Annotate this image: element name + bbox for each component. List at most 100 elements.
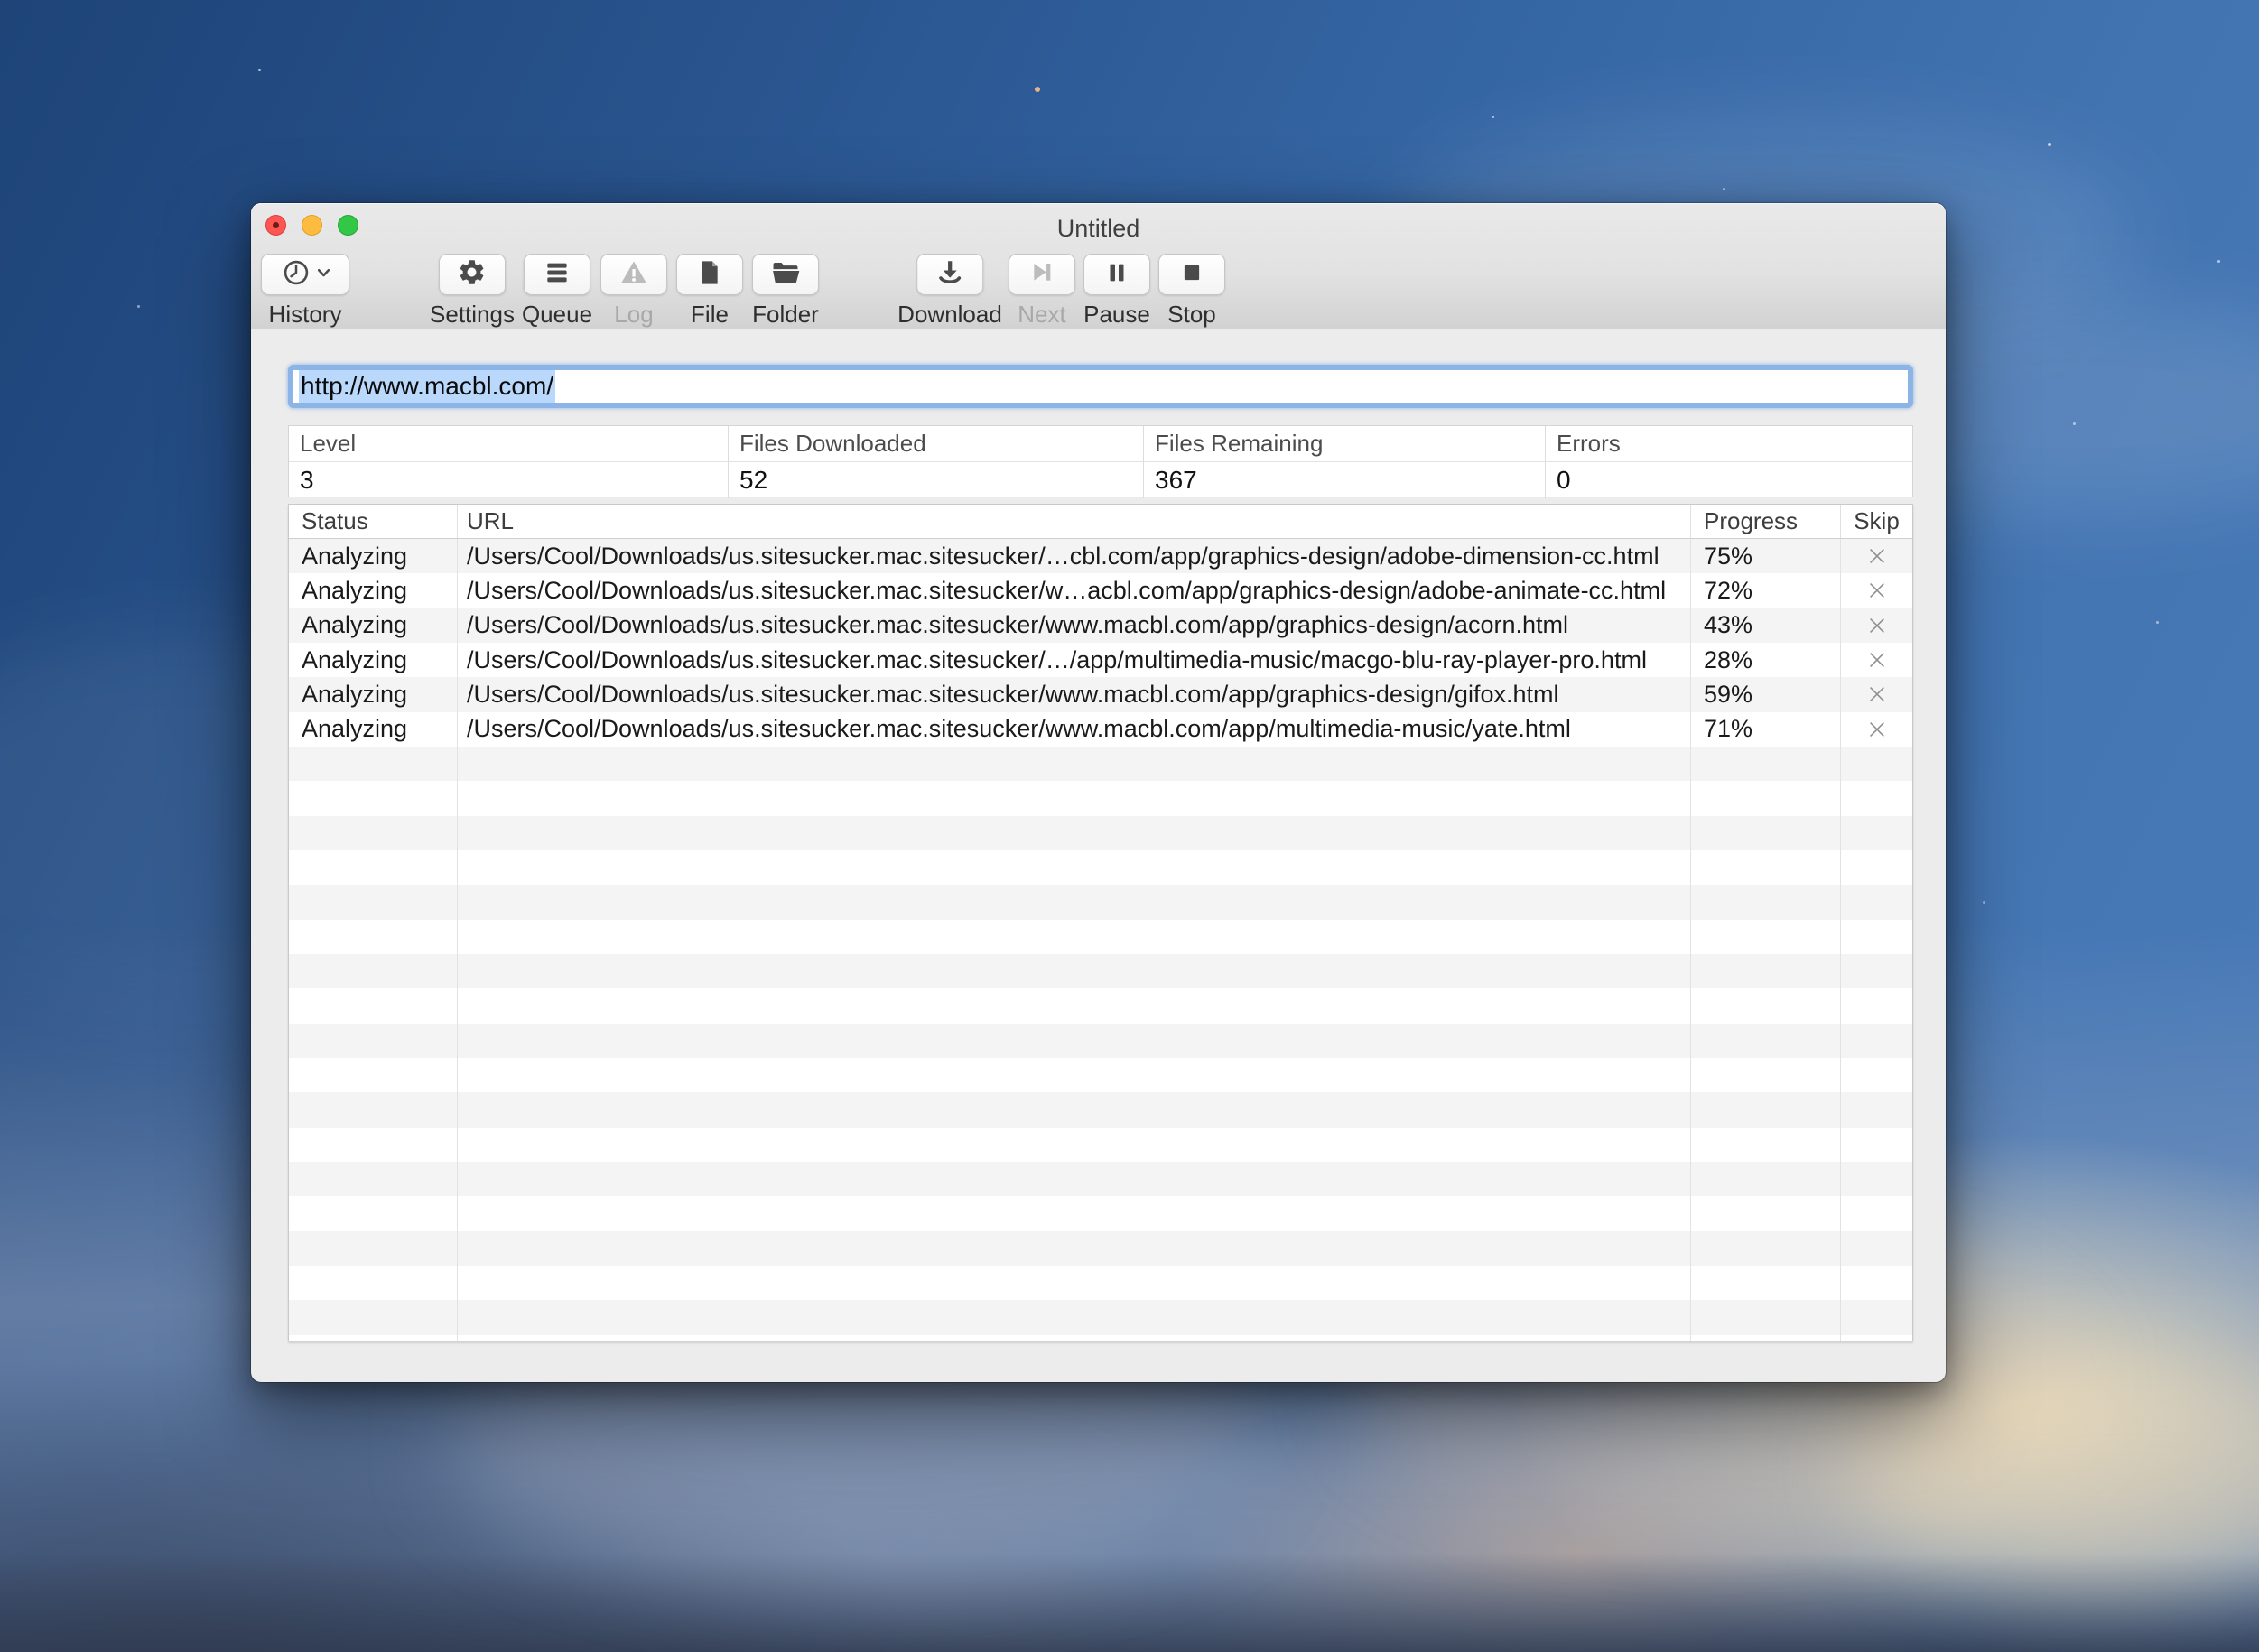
queue-table: Status URL Progress Skip Analyzing /User…	[288, 504, 1913, 1341]
empty-row	[289, 815, 1912, 850]
skip-button[interactable]	[1841, 677, 1912, 711]
empty-row	[289, 1023, 1912, 1058]
skip-button[interactable]	[1841, 539, 1912, 573]
row-status: Analyzing	[289, 608, 458, 643]
stats-header-errors: Errors	[1546, 426, 1912, 462]
stats-value-files-remaining: 367	[1144, 462, 1546, 498]
file-button[interactable]	[676, 254, 743, 295]
row-progress: 59%	[1691, 677, 1841, 712]
pause-icon	[1103, 259, 1130, 291]
history-clock-icon	[281, 257, 311, 292]
stop-button[interactable]	[1158, 254, 1225, 295]
window-title: Untitled	[1056, 215, 1140, 242]
stats-value-level: 3	[289, 462, 729, 498]
skip-button[interactable]	[1841, 573, 1912, 608]
empty-row	[289, 919, 1912, 954]
warning-triangle-icon	[618, 257, 649, 292]
empty-row	[289, 1230, 1912, 1266]
row-status: Analyzing	[289, 711, 458, 747]
history-button[interactable]	[261, 254, 349, 295]
file-icon	[695, 258, 724, 292]
toolbar-label: Stop	[1167, 301, 1216, 328]
window-titlebar: Untitled History Settings Queue Log File…	[251, 203, 1946, 329]
row-status: Analyzing	[289, 539, 458, 574]
next-button	[1009, 254, 1075, 295]
toolbar-label: History	[268, 301, 342, 328]
row-progress: 43%	[1691, 608, 1841, 643]
empty-row	[289, 746, 1912, 782]
folder-button[interactable]	[752, 254, 819, 295]
table-row[interactable]: Analyzing /Users/Cool/Downloads/us.sites…	[289, 642, 1912, 678]
toolbar-item-pause: Pause	[1083, 254, 1150, 329]
stats-header-level: Level	[289, 426, 729, 462]
toolbar-item-queue: Queue	[522, 254, 592, 329]
toolbar-item-settings: Settings	[430, 254, 515, 329]
toolbar-item-next: Next	[1009, 254, 1075, 329]
stats-value-errors: 0	[1557, 466, 1571, 494]
row-status: Analyzing	[289, 642, 458, 678]
toolbar-item-folder: Folder	[752, 254, 819, 329]
row-progress: 72%	[1691, 573, 1841, 608]
toolbar-item-download: Download	[897, 254, 1002, 329]
log-button	[600, 254, 667, 295]
skip-x-icon	[1869, 549, 1884, 564]
app-window: Untitled History Settings Queue Log File…	[251, 203, 1946, 1382]
empty-row	[289, 849, 1912, 886]
row-url: /Users/Cool/Downloads/us.sitesucker.mac.…	[458, 608, 1691, 643]
skip-button[interactable]	[1841, 712, 1912, 747]
folder-icon	[770, 257, 801, 292]
row-url: /Users/Cool/Downloads/us.sitesucker.mac.…	[458, 677, 1691, 712]
table-row[interactable]: Analyzing /Users/Cool/Downloads/us.sites…	[289, 677, 1912, 712]
empty-row	[289, 1300, 1912, 1335]
table-row[interactable]: Analyzing /Users/Cool/Downloads/us.sites…	[289, 608, 1912, 643]
stats-value-files-downloaded: 52	[729, 462, 1144, 498]
skip-x-icon	[1869, 583, 1884, 599]
empty-row	[289, 885, 1912, 920]
empty-row	[289, 1127, 1912, 1162]
toolbar-label: Next	[1018, 301, 1066, 328]
row-progress: 28%	[1691, 642, 1841, 678]
toolbar-item-history: History	[261, 254, 349, 329]
toolbar-label: Download	[897, 301, 1002, 328]
row-status: Analyzing	[289, 573, 458, 608]
stats-header-files-downloaded: Files Downloaded	[729, 426, 1144, 462]
row-status: Analyzing	[289, 677, 458, 712]
empty-row	[289, 781, 1912, 816]
queue-table-header: Status URL Progress Skip	[289, 505, 1912, 539]
toolbar-label: File	[691, 301, 729, 328]
skip-button[interactable]	[1841, 643, 1912, 677]
empty-row	[289, 1265, 1912, 1301]
toolbar-label: Pause	[1083, 301, 1150, 328]
skip-x-icon	[1869, 617, 1884, 633]
queue-button[interactable]	[523, 254, 590, 295]
download-icon	[934, 257, 965, 292]
table-row[interactable]: Analyzing /Users/Cool/Downloads/us.sites…	[289, 573, 1912, 608]
row-url: /Users/Cool/Downloads/us.sitesucker.mac.…	[458, 539, 1691, 574]
row-progress: 75%	[1691, 539, 1841, 574]
row-url: /Users/Cool/Downloads/us.sitesucker.mac.…	[458, 642, 1691, 678]
empty-row	[289, 1196, 1912, 1231]
stats-table: Level Files Downloaded Files Remaining E…	[288, 425, 1913, 498]
url-input[interactable]: http://www.macbl.com/	[288, 365, 1913, 408]
row-url: /Users/Cool/Downloads/us.sitesucker.mac.…	[458, 573, 1691, 608]
toolbar-item-log: Log	[600, 254, 667, 329]
skip-x-icon	[1869, 687, 1884, 702]
chevron-down-icon	[317, 266, 330, 283]
toolbar-label: Log	[614, 301, 654, 328]
download-button[interactable]	[916, 254, 983, 295]
row-url: /Users/Cool/Downloads/us.sitesucker.mac.…	[458, 711, 1691, 747]
toolbar-label: Folder	[752, 301, 819, 328]
empty-row	[289, 1057, 1912, 1093]
stop-icon	[1178, 259, 1205, 291]
column-header-status: Status	[289, 505, 458, 538]
table-row[interactable]: Analyzing /Users/Cool/Downloads/us.sites…	[289, 539, 1912, 574]
gear-icon	[457, 257, 487, 292]
column-header-skip: Skip	[1854, 507, 1900, 534]
row-progress: 71%	[1691, 711, 1841, 747]
skip-next-icon	[1027, 258, 1056, 292]
skip-button[interactable]	[1841, 608, 1912, 643]
toolbar-label: Settings	[430, 301, 515, 328]
table-row[interactable]: Analyzing /Users/Cool/Downloads/us.sites…	[289, 711, 1912, 747]
settings-button[interactable]	[438, 254, 506, 295]
pause-button[interactable]	[1083, 254, 1150, 295]
